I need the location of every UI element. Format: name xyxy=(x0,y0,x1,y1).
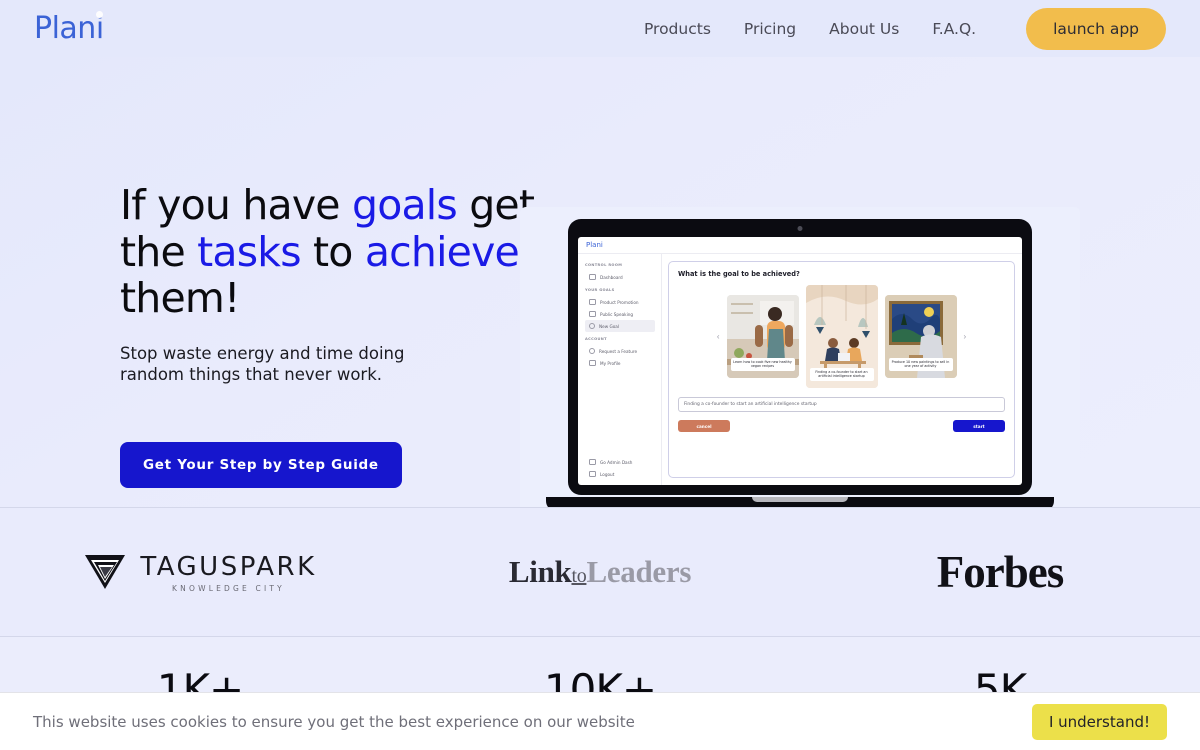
laptop-notch xyxy=(752,497,848,502)
logo-cell-forbes: Forbes xyxy=(800,546,1200,598)
goal-card-caption: Finding a co-founder to start an artific… xyxy=(809,367,874,381)
nav-item-about-us[interactable]: About Us xyxy=(829,20,899,38)
app-body: CONTROL ROOM Dashboard YOUR GOALS Produc… xyxy=(578,254,1022,485)
question-circle-icon xyxy=(589,348,595,354)
get-guide-button[interactable]: Get Your Step by Step Guide xyxy=(120,441,402,488)
admin-icon xyxy=(589,459,596,465)
start-button[interactable]: start xyxy=(953,420,1005,432)
nav-item-pricing[interactable]: Pricing xyxy=(744,20,796,38)
cookie-accept-button[interactable]: I understand! xyxy=(1031,703,1167,740)
launch-app-button[interactable]: launch app xyxy=(1026,7,1166,50)
pencil-icon xyxy=(589,360,596,366)
goal-option-card[interactable]: Produce 10 new paintings to sell in one … xyxy=(884,295,957,378)
headline-seg-5: them! xyxy=(120,274,240,323)
headline-highlight-achieve: achieve xyxy=(364,227,520,276)
sidebar-item-dashboard[interactable]: Dashboard xyxy=(585,271,655,283)
headline-highlight-goals: goals xyxy=(351,181,458,229)
sidebar-label: Request a Feature xyxy=(599,348,638,354)
sidebar-label: New Goal xyxy=(599,323,620,329)
nav-item-products[interactable]: Products xyxy=(644,20,711,38)
brand-logo[interactable]: Plani xyxy=(34,10,104,46)
headline-seg-4: to xyxy=(300,227,365,276)
goal-card-caption: Learn how to cook five new healthy vegan… xyxy=(730,357,795,371)
app-topbar: Plani xyxy=(578,237,1022,254)
headline-seg-3: the xyxy=(120,227,198,276)
taguspark-name: TAGUSPARK xyxy=(140,551,317,582)
l2l-link: Link xyxy=(508,554,572,589)
sidebar-heading-control-room: CONTROL ROOM xyxy=(585,263,623,267)
headline-highlight-tasks: tasks xyxy=(197,227,301,276)
sidebar-heading-account: ACCOUNT xyxy=(585,337,607,341)
goal-card: What is the goal to be achieved? ‹ Learn… xyxy=(668,261,1015,478)
taguspark-wordmark: TAGUSPARK KNOWLEDGE CITY xyxy=(140,552,316,593)
sidebar-label: Go Admin Dash xyxy=(600,459,633,465)
webcam-icon xyxy=(797,226,803,231)
linktoleaders-logo: LinktoLeaders xyxy=(508,554,692,590)
hero-headline: If you have goals get the tasks to achie… xyxy=(120,182,540,322)
sidebar-label: Public Speaking xyxy=(600,311,634,317)
dashboard-icon xyxy=(589,274,596,280)
laptop-screen: Plani CONTROL ROOM Dashboard YOUR GOALS xyxy=(578,237,1022,485)
list-icon xyxy=(589,311,596,317)
logout-icon xyxy=(589,471,596,477)
taguspark-tagline: KNOWLEDGE CITY xyxy=(172,583,285,593)
taguspark-logo: TAGUSPARK KNOWLEDGE CITY xyxy=(83,552,316,593)
logo-cell-taguspark: TAGUSPARK KNOWLEDGE CITY xyxy=(0,552,400,593)
headline-seg-1: If you have xyxy=(120,181,352,229)
sidebar-heading-your-goals: YOUR GOALS xyxy=(585,288,615,292)
laptop-mockup: Plani CONTROL ROOM Dashboard YOUR GOALS xyxy=(520,207,1080,527)
goal-text-input[interactable]: Finding a co-founder to start an artific… xyxy=(678,397,1005,412)
sidebar-item-my-profile[interactable]: My Profile xyxy=(585,357,655,369)
sidebar-label: Dashboard xyxy=(600,274,623,280)
sidebar-item-go-admin-dash[interactable]: Go Admin Dash xyxy=(585,456,655,468)
sidebar-item-request-a-feature[interactable]: Request a Feature xyxy=(585,345,655,357)
app-logo: Plani xyxy=(586,241,603,249)
goal-option-card[interactable]: Finding a co-founder to start an artific… xyxy=(805,285,878,388)
forbes-logo: Forbes xyxy=(936,547,1064,597)
sidebar-item-public-speaking[interactable]: Public Speaking xyxy=(585,308,655,320)
sidebar-label: Product Promotion xyxy=(600,299,639,305)
cookie-banner: This website uses cookies to ensure you … xyxy=(0,692,1200,750)
cookie-message: This website uses cookies to ensure you … xyxy=(33,712,635,731)
nav-item-faq[interactable]: F.A.Q. xyxy=(932,20,976,38)
hero-section: If you have goals get the tasks to achie… xyxy=(0,57,1200,527)
main-navigation: Products Pricing About Us F.A.Q. launch … xyxy=(644,7,1166,50)
sidebar-label: Logout xyxy=(600,471,615,477)
list-icon xyxy=(589,299,596,305)
site-header: Plani Products Pricing About Us F.A.Q. l… xyxy=(0,0,1200,57)
sidebar-bottom: Go Admin Dash Logout xyxy=(585,456,655,480)
cancel-button[interactable]: cancel xyxy=(678,420,730,432)
carousel-prev-icon[interactable]: ‹ xyxy=(717,332,720,341)
l2l-leaders: Leaders xyxy=(586,554,692,589)
partner-logos-bar: TAGUSPARK KNOWLEDGE CITY LinktoLeaders F… xyxy=(0,507,1200,637)
l2l-to: to xyxy=(571,565,587,587)
hero-copy: If you have goals get the tasks to achie… xyxy=(120,182,540,488)
laptop-lid: Plani CONTROL ROOM Dashboard YOUR GOALS xyxy=(568,219,1032,495)
brand-logo-text: Plani xyxy=(34,10,104,46)
plus-circle-icon xyxy=(589,323,595,329)
app-main-content: What is the goal to be achieved? ‹ Learn… xyxy=(662,254,1022,485)
landing-page: Plani Products Pricing About Us F.A.Q. l… xyxy=(0,0,1200,750)
goal-question: What is the goal to be achieved? xyxy=(678,270,800,278)
app-sidebar: CONTROL ROOM Dashboard YOUR GOALS Produc… xyxy=(578,254,662,485)
carousel-next-icon[interactable]: › xyxy=(964,332,967,341)
logo-cell-linktoleaders: LinktoLeaders xyxy=(400,554,800,590)
sidebar-item-logout[interactable]: Logout xyxy=(585,468,655,480)
sidebar-label: My Profile xyxy=(600,360,621,366)
goal-actions: cancel start xyxy=(678,420,1005,432)
sidebar-item-product-promotion[interactable]: Product Promotion xyxy=(585,296,655,308)
goal-option-card[interactable]: Learn how to cook five new healthy vegan… xyxy=(726,295,799,378)
hero-subtext: Stop waste energy and time doing random … xyxy=(120,344,405,384)
sidebar-item-new-goal[interactable]: New Goal xyxy=(585,320,655,332)
taguspark-triangle-icon xyxy=(83,552,127,592)
goal-card-caption: Produce 10 new paintings to sell in one … xyxy=(888,357,953,371)
logo-dot-icon xyxy=(95,10,103,18)
goal-carousel: ‹ Learn how to cook five new healthy veg… xyxy=(678,285,1005,388)
